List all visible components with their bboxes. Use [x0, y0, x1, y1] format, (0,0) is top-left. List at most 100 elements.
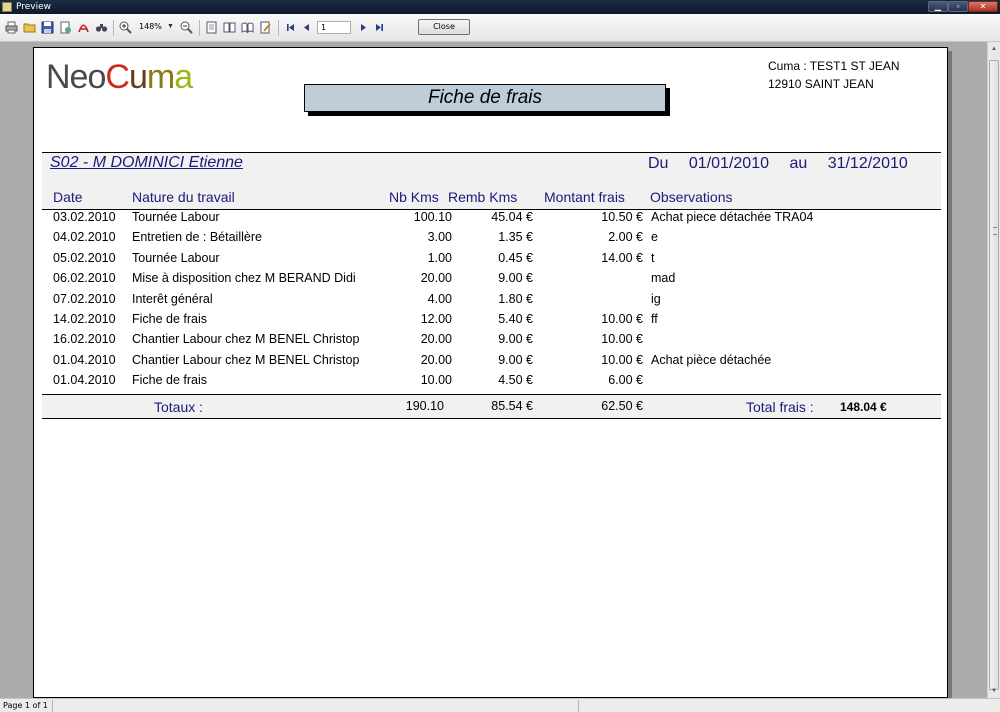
zoom-out-icon[interactable]	[180, 21, 193, 34]
binoculars-icon[interactable]	[95, 21, 108, 34]
neocuma-logo: NeoCuma	[46, 58, 193, 96]
cell-remb: 9.00 €	[498, 332, 533, 347]
total-frais-label: Total frais :	[746, 399, 814, 415]
table-row: 01.04.2010 Fiche de frais 10.00 4.50 € 6.00 …	[42, 372, 941, 392]
pdf-icon[interactable]	[77, 21, 90, 34]
cell-nature: Entretien de : Bétaillère	[132, 230, 262, 245]
cell-kms: 20.00	[420, 352, 452, 367]
cell-kms: 100.10	[413, 210, 452, 224]
window-title-bar: Preview ▁ ▫ ✕	[0, 0, 1000, 14]
cell-kms: 1.00	[427, 250, 452, 265]
period-du-label: Du	[648, 155, 669, 172]
table-row: 07.02.2010 Interêt général 4.00 1.80 € ig	[42, 291, 941, 311]
total-kms: 190.10	[405, 399, 444, 413]
period-au-label: au	[789, 155, 808, 172]
cell-nature: Tournée Labour	[132, 250, 220, 265]
close-window-button[interactable]: ✕	[968, 1, 998, 12]
table-row: 04.02.2010 Entretien de : Bétaillère 3.00 1…	[42, 229, 941, 249]
cell-date: 01.04.2010	[53, 373, 116, 388]
two-pages-icon[interactable]	[223, 21, 236, 34]
cell-montant: 10.00 €	[601, 312, 643, 326]
cell-date: 05.02.2010	[53, 250, 116, 265]
cell-kms: 20.00	[420, 332, 452, 347]
table-row: 14.02.2010 Fiche de frais 12.00 5.40 € 10.00…	[42, 311, 941, 331]
close-button[interactable]: Close	[418, 19, 470, 35]
app-icon	[2, 2, 12, 12]
cell-date: 03.02.2010	[53, 210, 116, 224]
cell-obs: e	[651, 230, 658, 245]
zoom-in-icon[interactable]	[119, 21, 132, 34]
totals-label: Totaux :	[154, 399, 204, 415]
vertical-scrollbar[interactable]: ▲ ▼	[987, 42, 1000, 698]
cell-remb: 1.80 €	[498, 291, 533, 306]
minimize-button[interactable]: ▁	[928, 1, 948, 12]
save-icon[interactable]	[41, 21, 54, 34]
cell-kms: 3.00	[427, 230, 452, 245]
scroll-down-icon[interactable]: ▼	[989, 686, 999, 696]
cell-montant: 10.00 €	[601, 352, 643, 367]
logo-letter: a	[174, 58, 193, 96]
last-page-icon[interactable]	[373, 21, 386, 34]
cell-date: 06.02.2010	[53, 271, 116, 286]
cuma-name: Cuma : TEST1 ST JEAN	[768, 59, 900, 73]
book-view-icon[interactable]	[241, 21, 254, 34]
print-icon[interactable]	[5, 21, 18, 34]
cell-obs: ig	[651, 291, 661, 306]
table-row: 03.02.2010 Tournée Labour 100.10 45.04 € 10.…	[42, 209, 941, 229]
logo-letter: m	[146, 58, 175, 96]
cell-nature: Interêt général	[132, 291, 213, 306]
period-to: 31/12/2010	[827, 155, 908, 172]
cell-kms: 20.00	[420, 271, 452, 286]
cell-nature: Fiche de frais	[132, 312, 208, 326]
cell-nature: Fiche de frais	[132, 373, 208, 388]
scrollbar-thumb[interactable]	[989, 60, 999, 690]
cell-nature: Tournée Labour	[132, 210, 220, 224]
logo-letter: C	[105, 58, 130, 96]
total-remb: 85.54 €	[491, 399, 533, 413]
cell-kms: 4.00	[427, 291, 452, 306]
period-from: 01/01/2010	[688, 155, 769, 172]
cuma-address: 12910 SAINT JEAN	[768, 77, 874, 91]
cell-remb: 4.50 €	[498, 373, 533, 388]
document-title: Fiche de frais	[304, 84, 666, 112]
column-header-montant: Montant frais	[544, 189, 625, 205]
next-page-icon[interactable]	[357, 21, 370, 34]
preview-toolbar: 148% ▼ 1 Close	[0, 14, 1000, 42]
total-montant: 62.50 €	[601, 399, 643, 413]
cell-remb: 5.40 €	[498, 312, 533, 326]
page-count-status: Page 1 of 1	[3, 701, 48, 710]
status-bar: Page 1 of 1	[0, 698, 1000, 712]
cell-remb: 0.45 €	[498, 250, 533, 265]
export-icon[interactable]	[59, 21, 72, 34]
page-number-input[interactable]: 1	[317, 21, 351, 34]
cell-remb: 1.35 €	[498, 230, 533, 245]
previous-page-icon[interactable]	[300, 21, 313, 34]
zoom-level[interactable]: 148%	[139, 22, 162, 31]
window-title: Preview	[16, 2, 52, 12]
cell-obs: mad	[651, 271, 676, 286]
table-row: 06.02.2010 Mise à disposition chez M BERA…	[42, 270, 941, 290]
cell-montant: 10.00 €	[601, 332, 643, 347]
first-page-icon[interactable]	[284, 21, 297, 34]
cell-date: 16.02.2010	[53, 332, 116, 347]
zoom-dropdown-icon[interactable]: ▼	[167, 23, 174, 30]
cell-remb: 45.04 €	[491, 210, 533, 224]
logo-letter: u	[128, 58, 148, 96]
column-header-date: Date	[53, 189, 83, 205]
column-header-kms: Nb Kms	[389, 189, 439, 205]
cell-nature: Mise à disposition chez M BERAND Didi	[132, 271, 356, 286]
edit-page-icon[interactable]	[259, 21, 272, 34]
scroll-up-icon[interactable]: ▲	[989, 44, 999, 54]
table-row: 05.02.2010 Tournée Labour 1.00 0.45 € 14.00 …	[42, 250, 941, 270]
column-header-remb: Remb Kms	[448, 189, 518, 205]
cell-kms: 12.00	[420, 312, 452, 326]
total-frais-value: 148.04 €	[840, 400, 887, 414]
cell-nature: Chantier Labour chez M BENEL Christop	[132, 332, 360, 347]
maximize-button[interactable]: ▫	[948, 1, 968, 12]
open-folder-icon[interactable]	[23, 21, 36, 34]
cell-montant: 10.50 €	[601, 210, 643, 224]
cell-remb: 9.00 €	[498, 271, 533, 286]
single-page-icon[interactable]	[205, 21, 218, 34]
cell-montant: 2.00 €	[608, 230, 643, 245]
period: Du 01/01/2010 au 31/12/2010	[648, 155, 922, 173]
